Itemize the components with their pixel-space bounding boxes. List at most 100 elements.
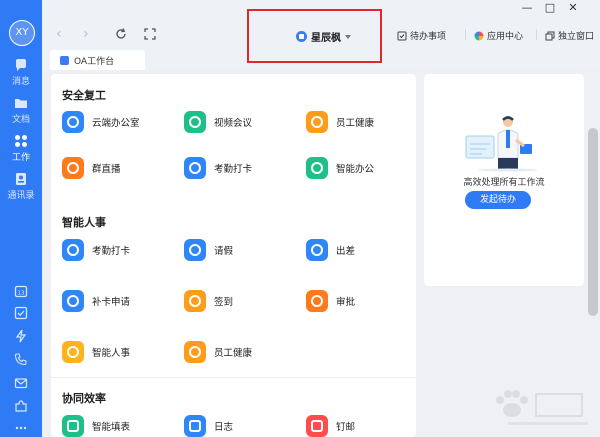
app-tile[interactable]: 签到	[184, 290, 233, 312]
app-tile[interactable]: 出差	[306, 239, 355, 261]
pin-icon	[184, 290, 206, 312]
refresh-icon[interactable]	[114, 27, 128, 41]
svg-text:13: 13	[18, 291, 25, 297]
app-tile[interactable]: 智能人事	[62, 341, 130, 363]
form-icon	[62, 415, 84, 437]
app-label: 智能人事	[92, 348, 131, 359]
app-tile[interactable]: 日志	[184, 415, 233, 437]
n-icon	[62, 341, 84, 363]
grid-icon	[60, 55, 69, 65]
contacts-icon	[16, 173, 26, 185]
grid-icon	[15, 135, 27, 147]
phone-icon	[184, 111, 206, 133]
office-worker-illustration	[465, 116, 538, 172]
tenant-switcher[interactable]: 星辰枫	[296, 29, 351, 44]
app-label: 智能办公	[336, 164, 375, 175]
window-copy-icon	[545, 31, 555, 40]
rail-item-label: 工作	[11, 153, 30, 163]
tenant-name: 星辰枫	[311, 33, 341, 44]
app-tile[interactable]: 员工健康	[184, 341, 252, 363]
app-label: 补卡申请	[92, 297, 131, 308]
app-tile[interactable]: 补卡申请	[62, 290, 130, 312]
app-center-label: 应用中心	[487, 32, 524, 42]
fullscreen-icon[interactable]	[143, 27, 157, 41]
phone-call-icon[interactable]	[14, 352, 28, 366]
minimize-button[interactable]: —	[521, 2, 533, 14]
app-tile[interactable]: 请假	[184, 239, 233, 261]
section-title: 安全复工	[62, 89, 106, 102]
maximize-button[interactable]: □	[544, 2, 556, 14]
app-tile[interactable]: 视频会议	[184, 111, 252, 133]
baidu-jingyan-watermark	[496, 390, 588, 425]
app-label: 请假	[214, 246, 234, 257]
app-tile[interactable]: 钉邮	[306, 415, 355, 437]
app-label: 审批	[336, 297, 356, 308]
folder-icon	[15, 99, 27, 108]
app-tile[interactable]: 员工健康	[306, 111, 374, 133]
app-label: 员工健康	[336, 118, 375, 129]
app-tile[interactable]: 智能填表	[62, 415, 130, 437]
standalone-window-label: 独立窗口	[558, 32, 595, 42]
rail-item-contacts[interactable]: 通讯录	[0, 172, 42, 201]
app-center-link[interactable]: 应用中心	[474, 29, 523, 42]
rail-item-label: 消息	[11, 77, 30, 87]
tenant-highlight-box: 星辰枫	[247, 9, 382, 63]
app-tile[interactable]: 考勤打卡	[62, 239, 130, 261]
app-tile[interactable]: 智能办公	[306, 157, 374, 179]
tv-icon	[62, 157, 84, 179]
suitcase-icon	[306, 239, 328, 261]
app-label: 员工健康	[214, 348, 253, 359]
rail-item-label: 通讯录	[7, 191, 35, 201]
start-todo-button[interactable]: 发起待办	[465, 191, 531, 209]
checkbox-icon	[397, 31, 407, 40]
standalone-window-link[interactable]: 独立窗口	[545, 29, 594, 42]
mail-icon	[306, 415, 328, 437]
tab-label: OA工作台	[74, 56, 115, 67]
cap-icon	[306, 157, 328, 179]
divider	[465, 29, 466, 40]
close-button[interactable]: ✕	[567, 2, 579, 14]
mail-icon[interactable]	[14, 376, 28, 390]
location-icon	[62, 239, 84, 261]
app-label: 钉邮	[336, 422, 356, 433]
app-label: 签到	[214, 297, 234, 308]
app-label: 云端办公室	[92, 118, 140, 129]
rail-item-messages[interactable]: 消息	[0, 58, 42, 87]
todo-link-label: 待办事项	[410, 32, 447, 42]
heart-icon	[306, 111, 328, 133]
puzzle-icon[interactable]	[14, 399, 28, 413]
heart-icon	[184, 341, 206, 363]
avatar[interactable]: XY	[9, 20, 35, 46]
rail-item-docs[interactable]: 文档	[0, 96, 42, 125]
app-center-icon	[474, 31, 484, 40]
app-label: 智能填表	[92, 422, 131, 433]
app-tile[interactable]: 云端办公室	[62, 111, 140, 133]
section-title: 协同效率	[62, 392, 106, 405]
app-label: 日志	[214, 422, 234, 433]
app-tile[interactable]: 考勤打卡	[184, 157, 252, 179]
task-check-icon[interactable]	[14, 306, 28, 320]
cloud-icon	[62, 111, 84, 133]
todo-link[interactable]: 待办事项	[397, 29, 446, 42]
back-arrow-icon[interactable]: ‹	[56, 27, 68, 41]
tab-oa-workbench[interactable]: OA工作台	[50, 50, 145, 70]
chat-icon	[16, 59, 26, 71]
scrollbar[interactable]	[588, 128, 598, 316]
calendar-icon[interactable]: 13	[14, 284, 28, 298]
rail-item-label: 文档	[11, 115, 30, 125]
location-icon	[184, 157, 206, 179]
forward-arrow-icon[interactable]: ›	[83, 27, 95, 41]
app-label: 群直播	[92, 164, 121, 175]
app-tile[interactable]: 审批	[306, 290, 355, 312]
clock-icon	[184, 239, 206, 261]
app-tile[interactable]: 群直播	[62, 157, 121, 179]
lightning-icon[interactable]	[14, 329, 28, 343]
more-icon[interactable]	[14, 421, 28, 435]
section-title: 智能人事	[62, 216, 106, 229]
divider	[536, 29, 537, 40]
section-divider	[51, 377, 416, 378]
app-label: 出差	[336, 246, 356, 257]
clock-icon	[62, 290, 84, 312]
rail-item-work[interactable]: 工作	[0, 134, 42, 163]
stamp-icon	[306, 290, 328, 312]
